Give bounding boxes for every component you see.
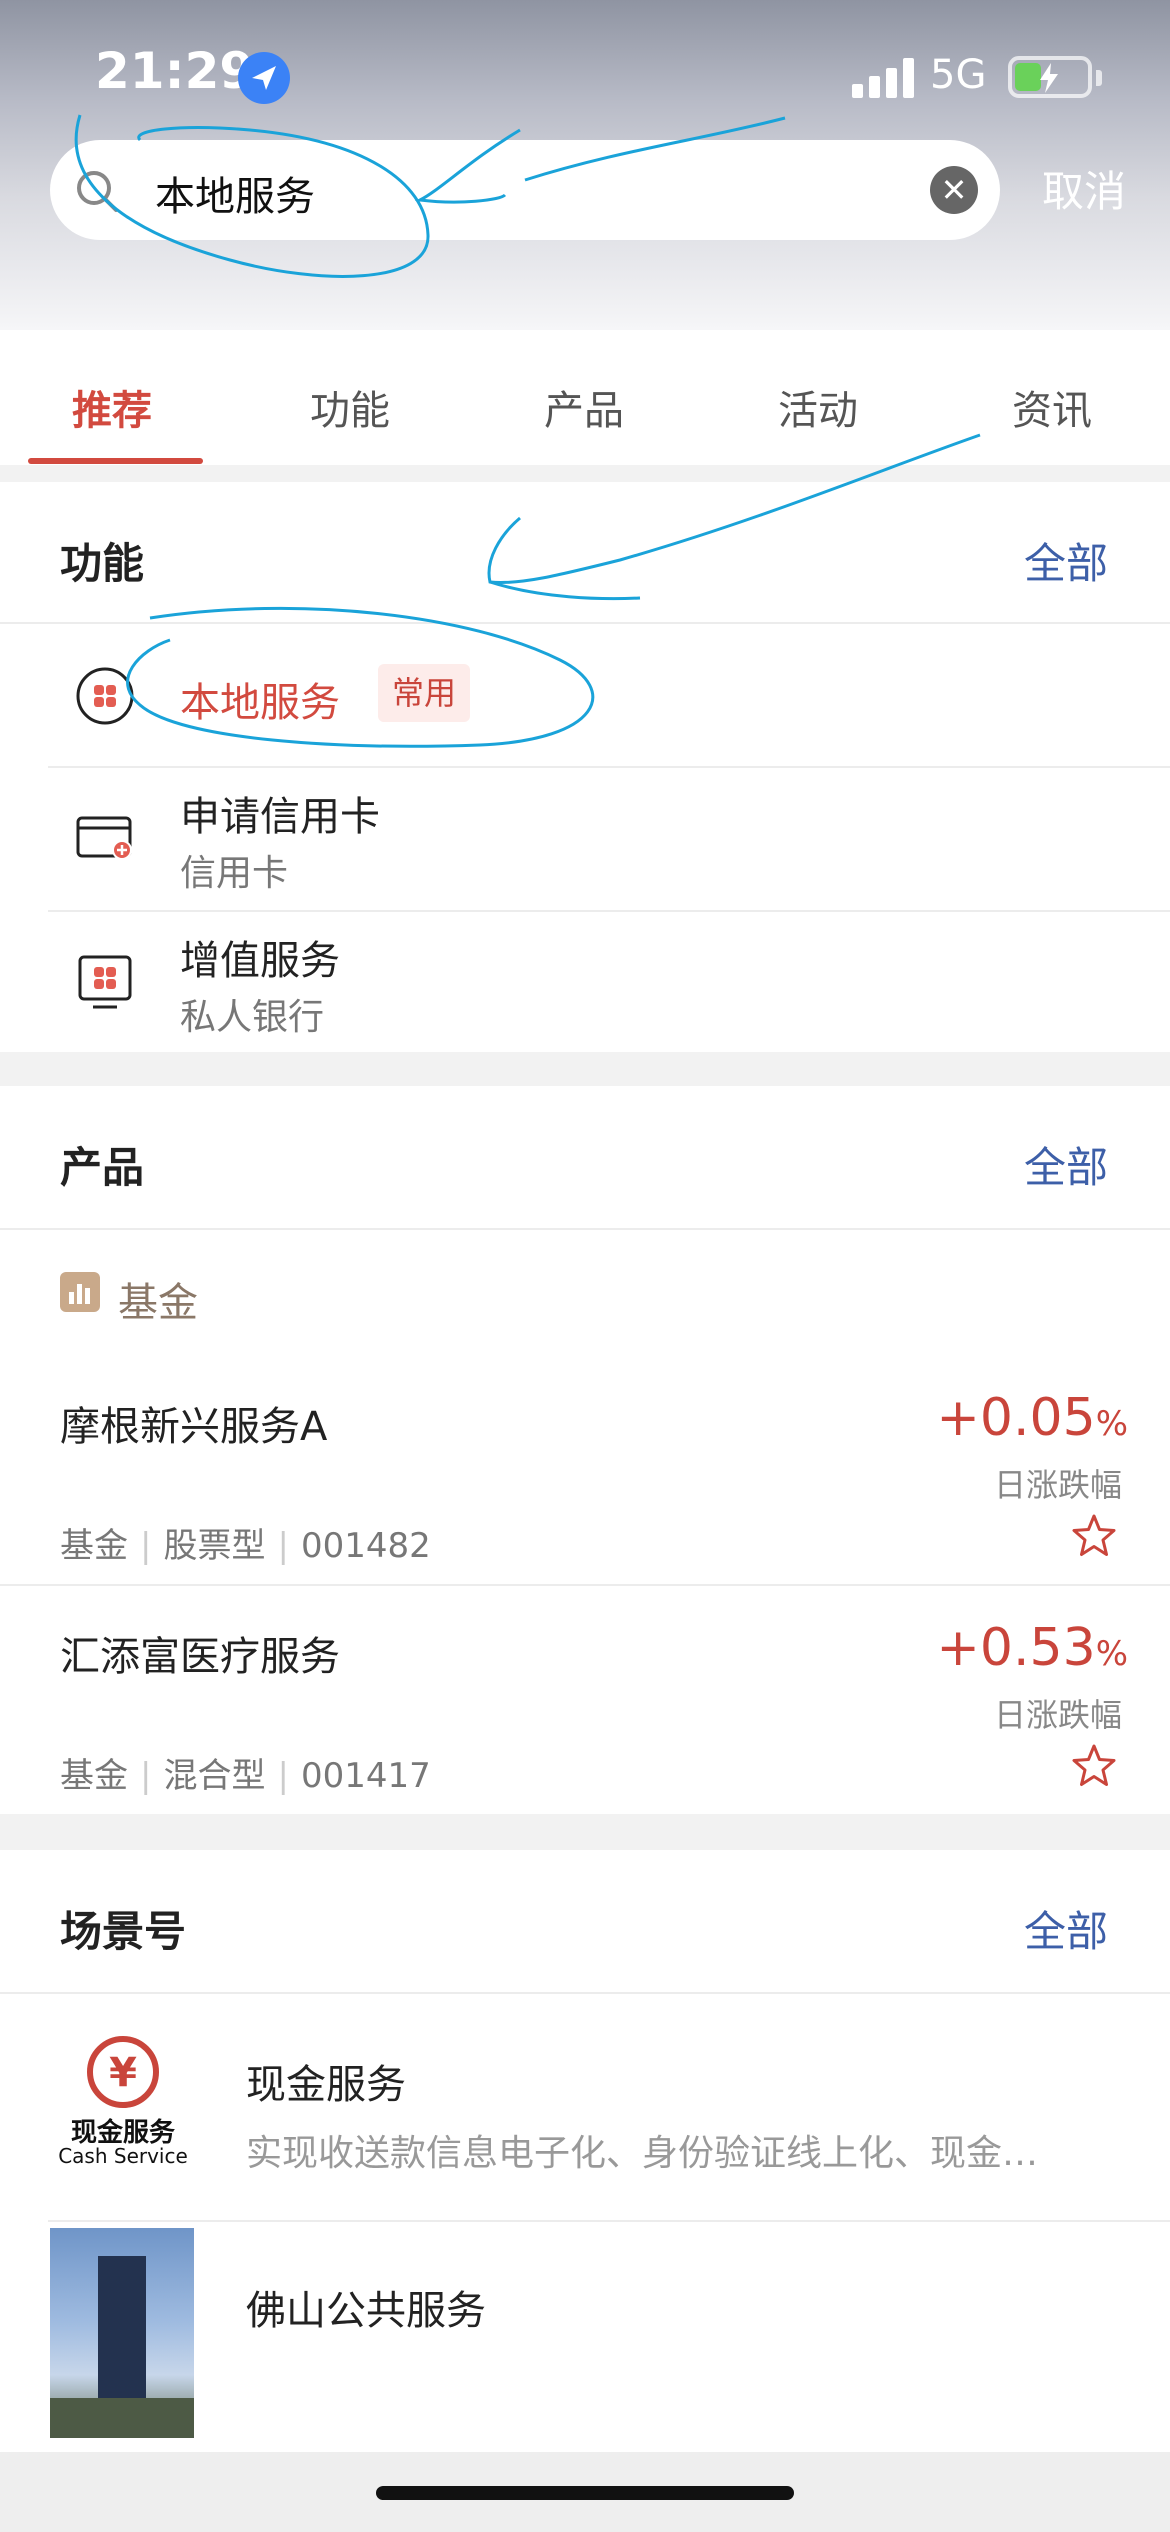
search-icon xyxy=(77,171,118,212)
scene-name: 现金服务 xyxy=(246,2062,406,2108)
fund-chart-icon xyxy=(60,1272,100,1312)
status-time: 21:29 xyxy=(95,42,255,100)
result-tabs: 推荐 功能 产品 活动 资讯 xyxy=(0,330,1170,465)
status-bar: 21:29 5G xyxy=(0,0,1170,150)
scene-description: 实现收送款信息电子化、身份验证线上化、现金… xyxy=(246,2133,1039,2174)
home-indicator[interactable] xyxy=(376,2486,794,2500)
value-added-service-icon xyxy=(78,955,132,1009)
local-service-icon xyxy=(76,667,134,725)
active-tab-indicator xyxy=(28,458,203,464)
scenes-all-link[interactable]: 全部 xyxy=(1024,1898,1108,1959)
building-thumbnail xyxy=(50,2228,194,2438)
function-title: 申请信用卡 xyxy=(180,794,380,840)
functions-section: 功能 全部 xyxy=(0,482,1170,1052)
product-meta: 基金 | 混合型 | 001417 xyxy=(60,1756,431,1796)
function-subtitle: 信用卡 xyxy=(180,853,289,894)
clear-search-icon[interactable]: ✕ xyxy=(930,166,978,214)
product-name: 汇添富医疗服务 xyxy=(60,1634,340,1680)
svg-text:¥: ¥ xyxy=(109,2050,137,2096)
product-meta: 基金 | 股票型 | 001482 xyxy=(60,1526,431,1566)
credit-card-icon xyxy=(76,816,132,860)
location-arrow-icon xyxy=(238,52,290,104)
cellular-signal-icon xyxy=(852,58,918,98)
product-name: 摩根新兴服务A xyxy=(60,1404,328,1450)
cancel-button[interactable]: 取消 xyxy=(1042,158,1126,219)
functions-all-link[interactable]: 全部 xyxy=(1024,530,1108,591)
tab-functions[interactable]: 功能 xyxy=(310,378,390,436)
tab-recommended[interactable]: 推荐 xyxy=(72,378,152,436)
category-label: 基金 xyxy=(118,1280,198,1326)
section-title: 场景号 xyxy=(60,1907,187,1956)
scene-name: 佛山公共服务 xyxy=(246,2288,486,2334)
daily-change-label: 日涨跌幅 xyxy=(993,1466,1122,1504)
network-type: 5G xyxy=(930,52,987,98)
daily-change: +0.05% xyxy=(936,1388,1128,1448)
search-input[interactable]: 本地服务 xyxy=(155,164,315,222)
daily-change: +0.53% xyxy=(936,1618,1128,1678)
daily-change-label: 日涨跌幅 xyxy=(993,1696,1122,1734)
battery-charging-icon xyxy=(1008,56,1102,98)
frequent-tag: 常用 xyxy=(378,664,470,722)
function-title: 增值服务 xyxy=(180,938,340,984)
function-subtitle: 私人银行 xyxy=(180,997,325,1038)
section-title: 功能 xyxy=(60,539,145,588)
favorite-star-icon[interactable] xyxy=(1070,1742,1118,1790)
tab-activities[interactable]: 活动 xyxy=(778,378,858,436)
products-all-link[interactable]: 全部 xyxy=(1024,1134,1108,1195)
section-title: 产品 xyxy=(60,1143,145,1192)
cash-service-logo: ¥ 现金服务 Cash Service xyxy=(50,2036,196,2176)
favorite-star-icon[interactable] xyxy=(1070,1512,1118,1560)
tab-products[interactable]: 产品 xyxy=(544,378,624,436)
search-bar[interactable]: 本地服务 ✕ xyxy=(50,140,1000,240)
tab-news[interactable]: 资讯 xyxy=(1012,378,1092,436)
function-title: 本地服务 xyxy=(180,680,340,726)
